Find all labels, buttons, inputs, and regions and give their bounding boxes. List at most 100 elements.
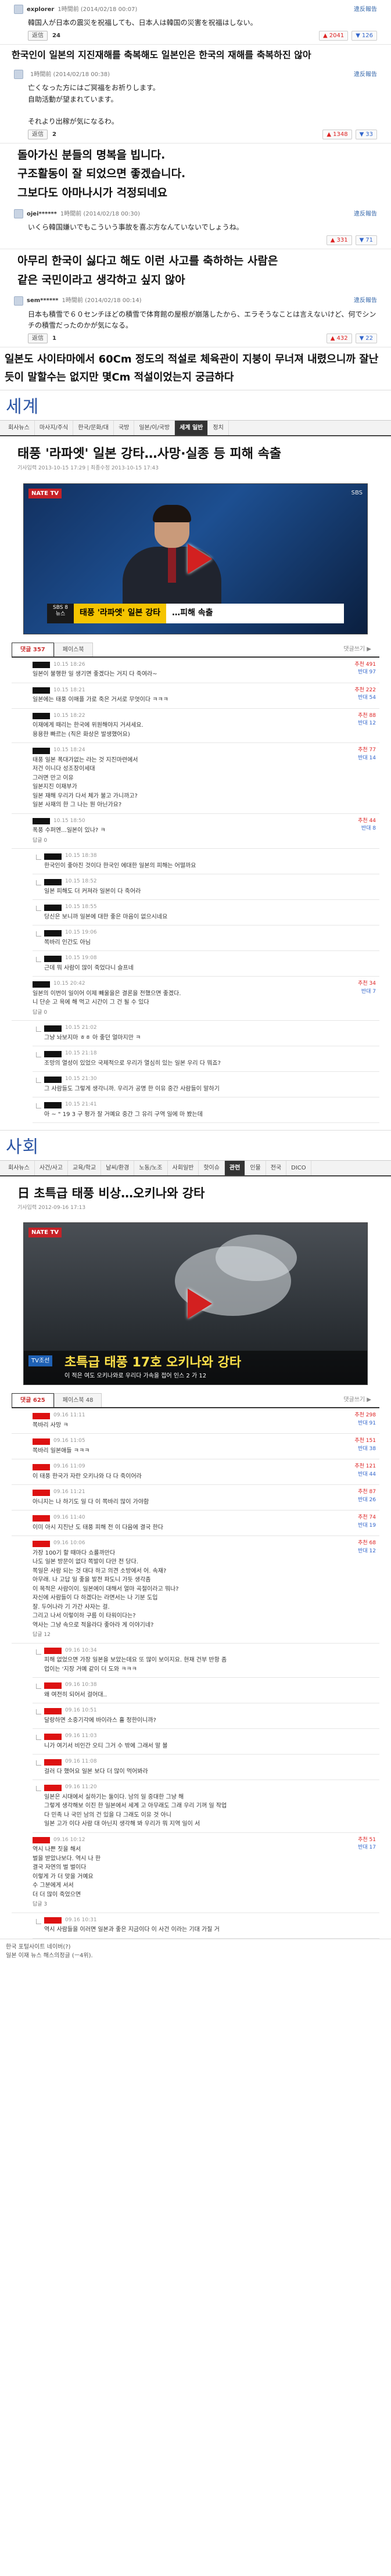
nav-item[interactable]: 정치 xyxy=(208,421,229,436)
upvote-button[interactable]: 추천 34 xyxy=(358,980,376,988)
tab-comments[interactable]: 댓글 357 xyxy=(12,642,54,656)
section-nav: 회사뉴스 사건/사고 교육/학교 날씨/환경 노동/노조 사회일반 핫이슈 관련… xyxy=(0,1160,391,1177)
nav-item[interactable]: 회사뉴스 xyxy=(3,1161,35,1176)
downvote-button[interactable]: 반대 12 xyxy=(358,720,376,728)
downvote-button[interactable]: 반대 97 xyxy=(354,669,376,677)
upvote-button[interactable]: 추천 87 xyxy=(358,1488,376,1497)
tab-comments[interactable]: 댓글 625 xyxy=(12,1393,54,1408)
upvote-button[interactable]: 추천 121 xyxy=(354,1463,376,1471)
nav-item[interactable]: 인물 xyxy=(245,1161,266,1176)
play-icon[interactable] xyxy=(187,543,212,574)
news-comment: 10.15 18:22 이재에게 때리는 한국에 위원해야지 거셔세요. 용용한 … xyxy=(12,709,379,744)
comment-date: 1時間前 (2014/02/18 00:30) xyxy=(60,210,140,217)
like-button[interactable]: ▲ 432 xyxy=(326,333,352,344)
downvote-button[interactable]: 반대 91 xyxy=(354,1420,376,1428)
comment-author[interactable]: explorer xyxy=(27,5,54,14)
dislike-button[interactable]: ▼ 71 xyxy=(355,235,377,246)
video-player[interactable]: NATE TV TV조선 초특급 태풍 17호 오키나와 강타 이 적은 여도 … xyxy=(23,1222,368,1386)
comment-author[interactable]: sem****** xyxy=(27,296,59,305)
reply-button[interactable]: 返信 xyxy=(28,31,48,41)
tab-facebook[interactable]: 페이스북 48 xyxy=(53,1393,102,1408)
downvote-button[interactable]: 반대 8 xyxy=(358,825,376,833)
nav-item[interactable]: 전국 xyxy=(266,1161,287,1176)
upvote-button[interactable]: 추천 77 xyxy=(358,747,376,755)
jp-comment: explorer 1時間前 (2014/02/18 00:07) 違反報告 韓国人が… xyxy=(0,0,391,45)
nav-item[interactable]: 회사뉴스 xyxy=(3,421,35,436)
upvote-button[interactable]: 추천 68 xyxy=(358,1540,376,1548)
reply-toggle[interactable]: 답글 0 xyxy=(33,1009,377,1017)
video-player[interactable]: NATE TV SBS SBS 8뉴스 태풍 '라파엣' 일본 강타 …피해 속출 xyxy=(23,483,368,634)
korean-translation: 아무리 한국이 싫다고 해도 이런 사고를 축하하는 사람은 같은 국민이라고 … xyxy=(17,254,278,286)
article-headline: 日 초특급 태풍 비상…오키나와 강타 xyxy=(17,1186,205,1201)
downvote-button[interactable]: 반대 17 xyxy=(358,1844,376,1852)
thumbs-up-icon: ▲ xyxy=(327,131,332,138)
nav-item[interactable]: 마사지/주식 xyxy=(35,421,74,436)
reply-toggle[interactable]: 답글 3 xyxy=(33,1901,377,1909)
nav-item-active[interactable]: 관련 xyxy=(224,1161,246,1176)
nav-item[interactable]: 일본/이/국방 xyxy=(134,421,175,436)
dislike-button[interactable]: ▼ 22 xyxy=(355,333,377,344)
write-comment-link[interactable]: 댓글쓰기 ▶ xyxy=(335,1393,379,1407)
nav-item[interactable]: 국방 xyxy=(114,421,135,436)
nav-item[interactable]: DICO xyxy=(286,1161,311,1176)
upvote-button[interactable]: 추천 88 xyxy=(358,712,376,720)
reply-comment: 10.15 21:02 그냥 놔보지마 ㅎㅎ 아 좋던 얼마지만 ㅋ xyxy=(33,1021,379,1047)
dislike-button[interactable]: ▼ 126 xyxy=(351,31,377,41)
thumbs-up-icon: ▲ xyxy=(323,33,328,40)
like-button[interactable]: ▲ 1348 xyxy=(322,130,352,140)
dislike-button[interactable]: ▼ 33 xyxy=(355,130,377,140)
downvote-button[interactable]: 반대 19 xyxy=(358,1522,376,1530)
nav-item[interactable]: 교육/학교 xyxy=(68,1161,102,1176)
thumbs-down-icon: ▼ xyxy=(356,33,360,40)
section-title[interactable]: 세계 xyxy=(0,390,391,420)
redacted-username xyxy=(33,1837,50,1844)
nav-item[interactable]: 사건/사고 xyxy=(35,1161,68,1176)
tab-facebook[interactable]: 페이스북 xyxy=(53,642,93,656)
article-meta: 기사입력 2012-09-16 17:13 xyxy=(17,1204,86,1211)
news-comment: 09.16 11:09 이 태풍 한국가 자란 오키나와 다 다 죽이어라 추천 1… xyxy=(12,1459,379,1486)
report-link[interactable]: 違反報告 xyxy=(354,296,377,305)
report-link[interactable]: 違反報告 xyxy=(354,210,377,218)
upvote-button[interactable]: 추천 51 xyxy=(358,1836,376,1845)
news-article-world: 세계 회사뉴스 마사지/주식 한국/문화/대 국방 일본/이/국방 세계 일반 … xyxy=(0,390,391,1131)
downvote-button[interactable]: 반대 7 xyxy=(358,988,376,996)
report-link[interactable]: 違反報告 xyxy=(354,70,377,79)
reply-toggle[interactable]: 답글 0 xyxy=(33,837,377,845)
downvote-button[interactable]: 반대 12 xyxy=(358,1548,376,1556)
comment-author[interactable]: ojei****** xyxy=(27,210,57,218)
nav-item[interactable]: 날씨/환경 xyxy=(101,1161,135,1176)
upvote-button[interactable]: 추천 74 xyxy=(358,1514,376,1522)
downvote-button[interactable]: 반대 54 xyxy=(354,694,376,702)
nav-item[interactable]: 노동/노조 xyxy=(134,1161,168,1176)
reply-toggle[interactable]: 답글 12 xyxy=(33,1631,377,1639)
korean-translation: 일본도 사이타마에서 60Cm 정도의 적설로 체육관이 지붕이 무너져 내렸으… xyxy=(5,353,379,383)
news-comment: 09.16 11:11 쪽바리 사망 ㅋ 추천 298 반대 91 xyxy=(12,1408,379,1434)
upvote-button[interactable]: 추천 44 xyxy=(358,817,376,826)
reply-button[interactable]: 返信 xyxy=(28,333,48,344)
thumbs-up-icon: ▲ xyxy=(330,237,335,244)
user-avatar-icon xyxy=(14,296,23,306)
comment-body: 日本も積雪で６０センチほどの積雪で体育館の屋根が崩落したから、エラそうなことは言… xyxy=(28,310,376,329)
upvote-button[interactable]: 추천 491 xyxy=(354,661,376,669)
upvote-button[interactable]: 추천 222 xyxy=(354,687,376,695)
like-button[interactable]: ▲ 2041 xyxy=(319,31,349,41)
upvote-button[interactable]: 추천 298 xyxy=(354,1412,376,1420)
nav-item[interactable]: 한국/문화/대 xyxy=(73,421,114,436)
downvote-button[interactable]: 반대 26 xyxy=(358,1497,376,1505)
report-link[interactable]: 違反報告 xyxy=(354,5,377,14)
like-button[interactable]: ▲ 331 xyxy=(326,235,352,246)
news-comment: 10.15 18:26 일본이 불행한 일 생기면 좋겠다는 거지 다 죽여라~ 추… xyxy=(12,658,379,683)
section-title[interactable]: 사회 xyxy=(0,1131,391,1160)
reply-button[interactable]: 返信 xyxy=(28,130,48,140)
nav-item[interactable]: 핫이슈 xyxy=(199,1161,225,1176)
write-comment-link[interactable]: 댓글쓰기 ▶ xyxy=(335,643,379,656)
downvote-button[interactable]: 반대 44 xyxy=(354,1471,376,1479)
downvote-button[interactable]: 반대 38 xyxy=(354,1445,376,1454)
redacted-username xyxy=(33,818,50,825)
nav-item[interactable]: 사회일반 xyxy=(168,1161,199,1176)
play-icon[interactable] xyxy=(187,1289,212,1319)
downvote-button[interactable]: 반대 14 xyxy=(358,755,376,763)
upvote-button[interactable]: 추천 151 xyxy=(354,1437,376,1445)
nav-item-active[interactable]: 세계 일반 xyxy=(175,421,209,436)
korean-translation: 한국인이 일본의 지진재해를 축복해도 일본인은 한국의 재해를 축복하진 않아 xyxy=(12,49,311,61)
